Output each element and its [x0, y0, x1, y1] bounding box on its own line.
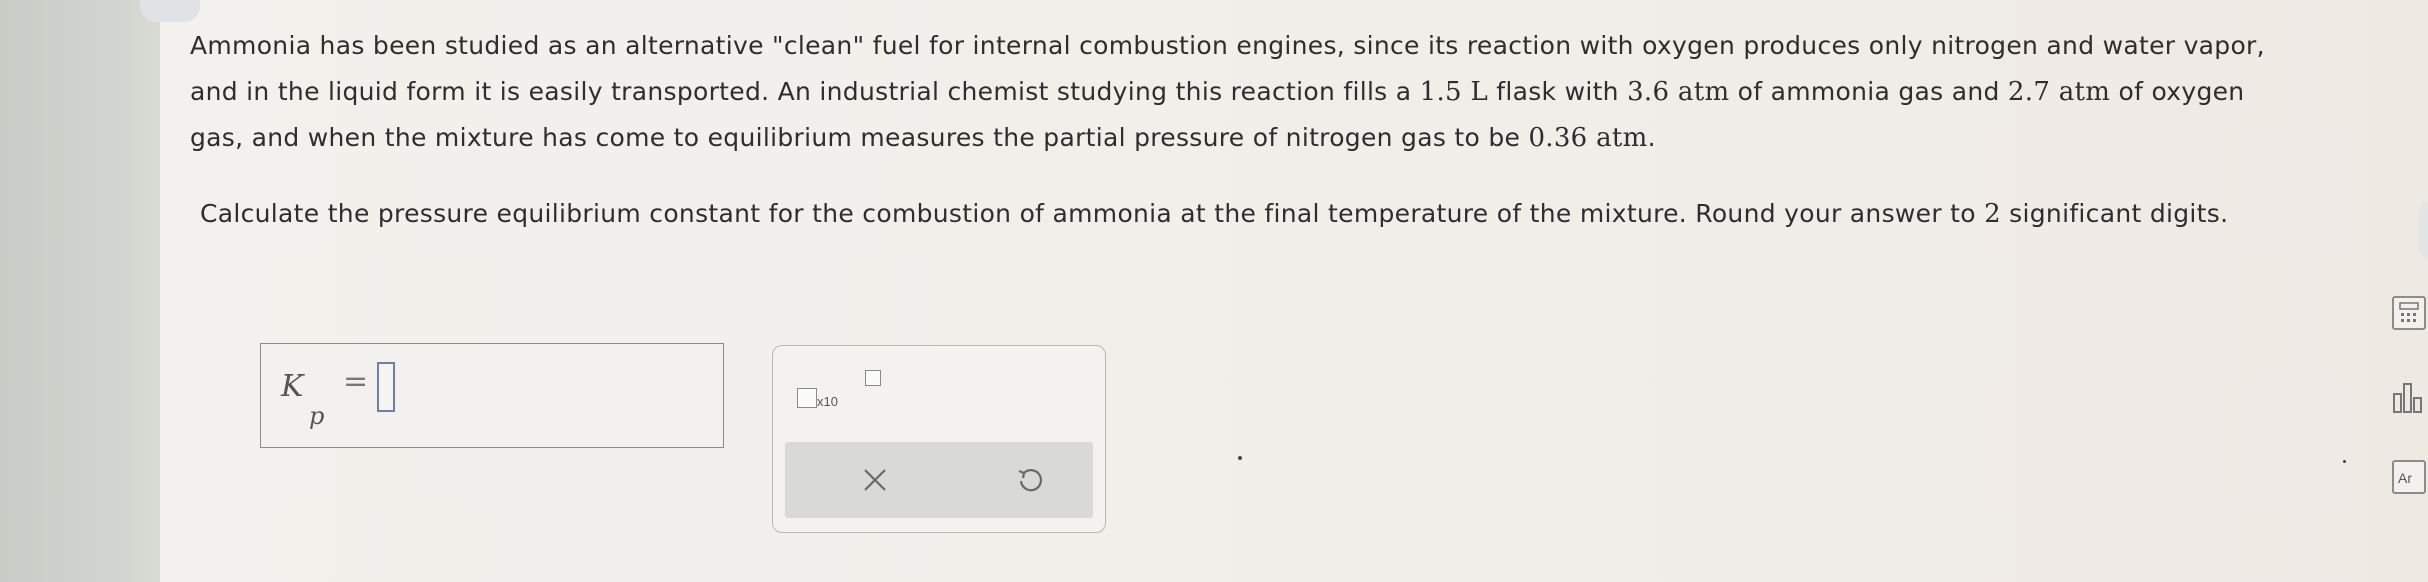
problem-line-3: gas, and when the mixture has come to eq… [190, 123, 1656, 153]
undo-button[interactable] [989, 450, 1069, 510]
speck [2343, 460, 2346, 463]
undo-icon [1018, 469, 1043, 492]
problem-line-1: Ammonia has been studied as an alternati… [190, 31, 2265, 60]
collapse-tab[interactable] [140, 0, 200, 22]
scientific-notation-button[interactable]: x10 [797, 370, 881, 416]
close-icon [864, 469, 886, 491]
answer-input[interactable] [377, 362, 395, 412]
calculator-button[interactable] [2392, 296, 2426, 330]
equals-sign: = [343, 364, 369, 399]
calculator-icon [2399, 302, 2419, 322]
kp-k: K [281, 369, 304, 404]
answer-box: K p = [260, 343, 724, 448]
nitrogen-pressure: 0.36 atm [1528, 123, 1648, 153]
problem-line-2: and in the liquid form it is easily tran… [190, 77, 2245, 107]
action-bar [785, 442, 1093, 518]
math-tools-panel: x10 [772, 345, 1106, 533]
sci-base-box [797, 388, 817, 408]
periodic-table-label: Ar [2398, 470, 2412, 486]
data-chart-button[interactable] [2392, 380, 2426, 414]
sci-exponent-box [865, 370, 881, 386]
kp-symbol: K p [281, 364, 341, 430]
sci-x10-label: x10 [817, 394, 838, 409]
significant-digits: 2 [1984, 199, 2001, 229]
left-margin [0, 0, 160, 582]
ammonia-pressure: 3.6 atm [1627, 77, 1730, 107]
oxygen-pressure: 2.7 atm [2007, 77, 2111, 107]
clear-button[interactable] [835, 450, 915, 510]
speck [1238, 456, 1242, 460]
periodic-table-button[interactable]: Ar [2392, 460, 2426, 494]
question-prompt: Calculate the pressure equilibrium const… [200, 199, 2229, 229]
data-chart-icon [2393, 383, 2422, 413]
flask-volume: 1.5 L [1419, 77, 1489, 107]
kp-subscript: p [309, 402, 325, 430]
side-panel-handle[interactable] [2418, 200, 2428, 260]
